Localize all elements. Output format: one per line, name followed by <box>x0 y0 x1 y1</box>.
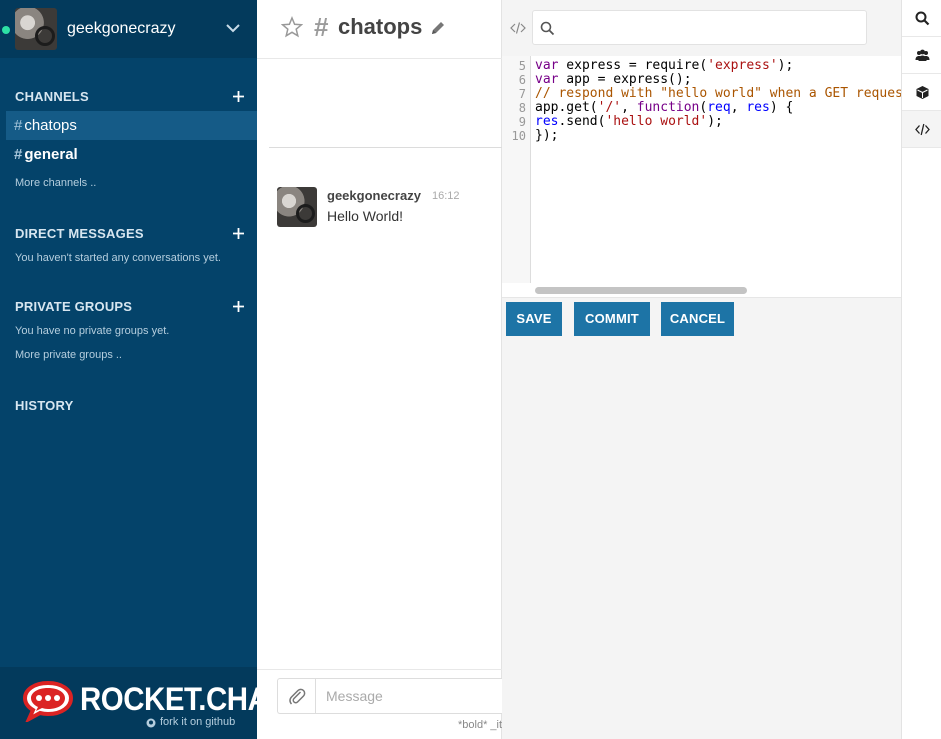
online-status-indicator <box>2 26 10 34</box>
line-number-gutter: 5 6 7 8 9 10 <box>502 56 531 283</box>
cube-icon <box>916 86 929 99</box>
line-number: 6 <box>518 73 526 87</box>
channel-hash-icon: # <box>14 146 23 163</box>
message-input[interactable] <box>317 679 502 713</box>
attach-file-button[interactable] <box>278 679 316 713</box>
private-groups-empty-note: You have no private groups yet. <box>15 325 170 337</box>
scrollbar-thumb[interactable] <box>535 287 747 294</box>
code-editor[interactable]: 5 6 7 8 9 10 var express = require('expr… <box>502 56 901 298</box>
more-channels-link[interactable]: More channels .. <box>15 177 96 189</box>
add-private-group-icon[interactable] <box>232 300 245 313</box>
page-title: chatops <box>338 14 423 39</box>
account-username: geekgonecrazy <box>67 20 176 37</box>
room-hash-icon: # <box>314 12 329 42</box>
code-icon <box>510 22 526 34</box>
sidebar-item-chatops[interactable]: # chatops <box>6 111 257 140</box>
line-number: 9 <box>518 115 526 129</box>
line-number: 10 <box>511 129 526 143</box>
channel-hash-icon: # <box>14 117 23 134</box>
message-avatar[interactable] <box>277 187 317 227</box>
room-header: # chatops <box>257 0 502 59</box>
rocket-chat-logo-icon <box>22 680 74 722</box>
edit-pencil-icon[interactable] <box>430 20 446 36</box>
more-private-groups-link[interactable]: More private groups .. <box>15 349 122 361</box>
code-panel-header <box>502 0 901 56</box>
users-icon <box>915 49 930 61</box>
chat-pane: # chatops geekgonecrazy 16:12 Hello Worl… <box>257 0 502 739</box>
commit-button[interactable]: COMMIT <box>574 302 650 336</box>
avatar <box>15 8 57 50</box>
app-window: geekgonecrazy CHANNELS # chatops # general… <box>0 0 941 739</box>
message-body: Hello World! <box>327 208 403 224</box>
account-box[interactable]: geekgonecrazy <box>0 0 257 58</box>
toolbar-members-button[interactable] <box>902 37 941 74</box>
line-number: 8 <box>518 101 526 115</box>
cancel-button[interactable]: CANCEL <box>661 302 734 336</box>
line-number: 7 <box>518 87 526 101</box>
sidebar-item-label: chatops <box>24 117 77 134</box>
sidebar: geekgonecrazy CHANNELS # chatops # general… <box>0 0 284 739</box>
line-number: 5 <box>518 59 526 73</box>
code-line: // respond with "hello world" when a GET… <box>535 86 901 101</box>
star-icon[interactable] <box>281 16 303 38</box>
sidebar-item-general[interactable]: # general <box>6 140 257 169</box>
message-composer <box>277 678 502 714</box>
direct-messages-section-title: DIRECT MESSAGES <box>15 226 144 241</box>
direct-messages-empty-note: You haven't started any conversations ye… <box>15 252 221 264</box>
sidebar-item-label: general <box>24 146 78 163</box>
code-icon <box>915 123 930 136</box>
message-divider <box>269 147 502 148</box>
code-line: var app = express(); <box>535 72 692 87</box>
paperclip-icon <box>289 688 306 705</box>
toolbar-code-button[interactable] <box>902 111 941 148</box>
search-icon <box>540 21 555 36</box>
code-line: var express = require('express'); <box>535 58 794 73</box>
code-line: }); <box>535 128 559 143</box>
message-username[interactable]: geekgonecrazy <box>327 188 421 203</box>
code-editor-panel: 5 6 7 8 9 10 var express = require('expr… <box>502 0 901 739</box>
code-line: res.send('hello world'); <box>535 114 723 129</box>
toolbar-integrations-button[interactable] <box>902 74 941 111</box>
add-channel-icon[interactable] <box>232 90 245 103</box>
toolbar-search-button[interactable] <box>902 0 941 37</box>
chevron-down-icon[interactable] <box>224 19 242 37</box>
add-direct-message-icon[interactable] <box>232 227 245 240</box>
brand-wordmark: ROCKET.CHAT <box>80 681 284 717</box>
channels-section-title: CHANNELS <box>15 89 89 104</box>
formatting-hint: *bold* _italics_ <box>458 719 502 731</box>
search-icon <box>915 11 930 26</box>
code-search-box <box>532 10 867 45</box>
code-line: app.get('/', function(req, res) { <box>535 100 794 115</box>
message-timestamp: 16:12 <box>432 190 460 202</box>
history-section-title[interactable]: HISTORY <box>15 398 73 413</box>
github-icon <box>146 718 156 728</box>
private-groups-section-title: PRIVATE GROUPS <box>15 299 133 314</box>
fork-on-github-link[interactable]: fork it on github <box>160 716 235 728</box>
composer-divider <box>257 669 502 670</box>
horizontal-scrollbar[interactable] <box>531 283 901 297</box>
save-button[interactable]: SAVE <box>506 302 562 336</box>
code-search-input[interactable] <box>558 11 863 44</box>
right-toolbar <box>901 0 941 739</box>
